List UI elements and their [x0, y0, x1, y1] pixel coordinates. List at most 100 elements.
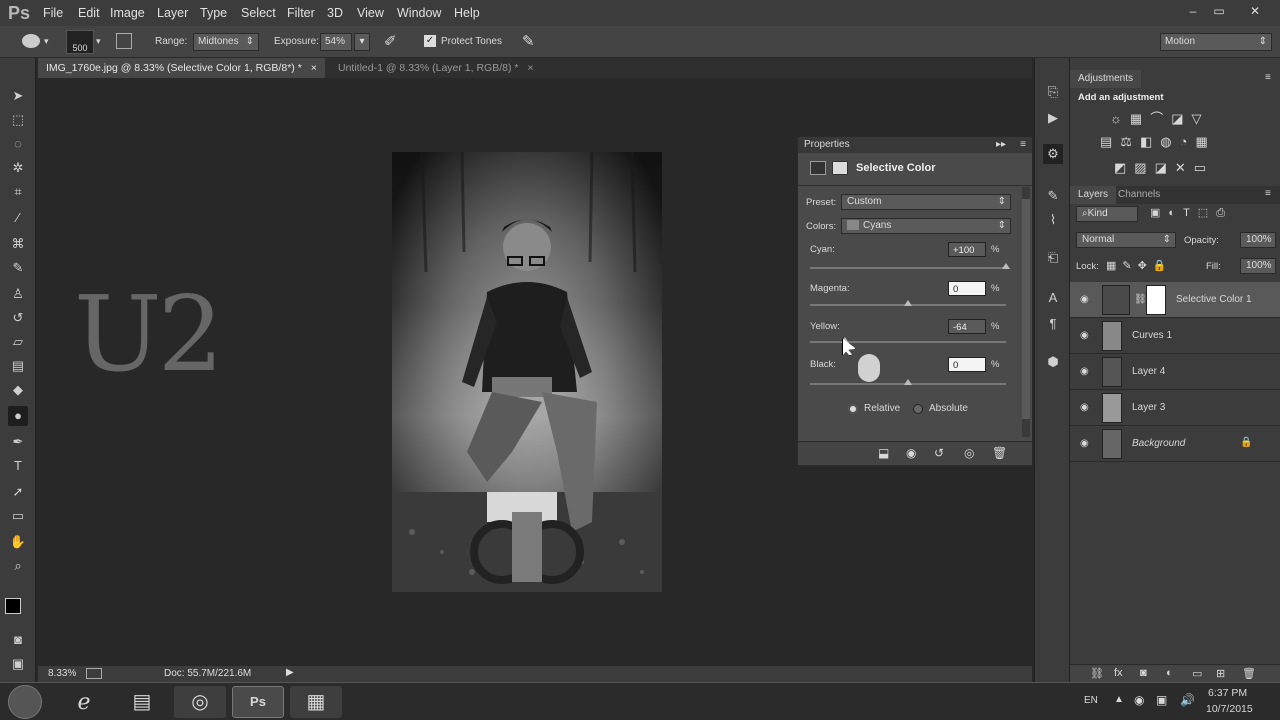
brush-settings-icon[interactable]: ⌇ — [1043, 210, 1063, 230]
pen-tool-icon[interactable]: ✒ — [8, 432, 28, 452]
history-brush-tool-icon[interactable]: ↺ — [8, 308, 28, 328]
cyan-slider-thumb[interactable] — [1002, 263, 1010, 269]
color-balance-icon[interactable]: ⚖ — [1120, 134, 1140, 149]
status-menu-arrow-icon[interactable]: ▶ — [286, 667, 294, 678]
brush-tool-icon[interactable]: ✎ — [8, 258, 28, 278]
menu-layer[interactable]: Layer — [157, 6, 188, 20]
new-layer-icon[interactable]: ⊞ — [1216, 667, 1225, 680]
clock-date[interactable]: 10/7/2015 — [1206, 703, 1253, 715]
document-image[interactable] — [392, 152, 662, 592]
cyan-input[interactable]: +100 — [948, 242, 986, 257]
paragraph-icon[interactable]: ¶ — [1043, 314, 1063, 334]
3d-icon[interactable]: ⬢ — [1043, 352, 1063, 372]
link-layers-icon[interactable]: ⛓ — [1090, 667, 1104, 680]
menu-window[interactable]: Window — [397, 6, 441, 20]
relative-radio[interactable] — [848, 404, 858, 414]
adjustments-tab[interactable]: Adjustments — [1070, 70, 1142, 88]
yellow-slider[interactable] — [810, 341, 1006, 343]
history-icon[interactable]: ⎘ — [1043, 82, 1063, 102]
photoshop-taskbar-icon[interactable]: Ps — [232, 686, 284, 718]
zoom-level[interactable]: 8.33% — [48, 668, 76, 679]
hand-tool-icon[interactable]: ✋ — [8, 532, 28, 552]
exposure-icon[interactable]: ◪ — [1171, 111, 1191, 126]
marquee-tool-icon[interactable]: ⬚ — [8, 110, 28, 130]
gradient-tool-icon[interactable]: ▤ — [8, 356, 28, 376]
clock-time[interactable]: 6:37 PM — [1208, 687, 1247, 699]
panel-menu-icon[interactable]: ≡ — [1265, 188, 1271, 199]
tool-preset-arrow-icon[interactable]: ▾ — [44, 36, 49, 47]
curves-icon[interactable]: ⌒ — [1150, 111, 1171, 126]
close-button[interactable]: ✕ — [1244, 3, 1266, 19]
panel-menu-icon[interactable]: ≡ — [1020, 137, 1026, 153]
crop-tool-icon[interactable]: ⌗ — [8, 182, 28, 202]
clone-stamp-tool-icon[interactable]: ♙ — [8, 284, 28, 304]
clone-source-icon[interactable]: ⎗ — [1043, 248, 1063, 268]
share-icon[interactable] — [86, 668, 102, 679]
layer-style-icon[interactable]: fx — [1114, 667, 1123, 679]
color-lookup-icon[interactable]: ▦ — [1195, 134, 1215, 149]
menu-help[interactable]: Help — [454, 6, 480, 20]
fill-input[interactable]: 100% — [1240, 258, 1276, 274]
brightness-icon[interactable]: ☼ — [1110, 111, 1130, 126]
new-group-icon[interactable]: ▭ — [1192, 667, 1202, 680]
menu-type[interactable]: Type — [200, 6, 227, 20]
hue-saturation-icon[interactable]: ▤ — [1100, 134, 1120, 149]
burn-tool-icon[interactable] — [22, 34, 40, 48]
protect-tones-checkbox[interactable]: ✓ — [424, 35, 436, 47]
levels-icon[interactable]: ▦ — [1130, 111, 1150, 126]
lock-transparent-icon[interactable]: ▦ — [1106, 260, 1122, 272]
posterize-icon[interactable]: ▨ — [1134, 160, 1154, 175]
burn-tool-icon[interactable]: ● — [8, 406, 28, 426]
layer-filter-kind[interactable]: ⌕Kind — [1076, 206, 1138, 222]
shape-tool-icon[interactable]: ▭ — [8, 506, 28, 526]
opacity-input[interactable]: 100% — [1240, 232, 1276, 248]
tray-app-icon[interactable]: ◉ — [1134, 693, 1144, 707]
menu-select[interactable]: Select — [241, 6, 276, 20]
channel-mixer-icon[interactable]: ◔ — [1180, 134, 1196, 149]
blur-tool-icon[interactable]: ◆ — [8, 380, 28, 400]
black-input[interactable]: 0 — [948, 357, 986, 372]
network-icon[interactable]: ▣ — [1156, 693, 1167, 707]
foreground-color-swatch[interactable] — [5, 598, 21, 614]
file-explorer-icon[interactable]: ▤ — [116, 686, 168, 718]
airbrush-icon[interactable]: ✐ — [384, 32, 397, 50]
menu-filter[interactable]: Filter — [287, 6, 315, 20]
media-player-icon[interactable]: ◎ — [174, 686, 226, 718]
menu-file[interactable]: File — [43, 6, 63, 20]
lock-position-icon[interactable]: ✥ — [1138, 260, 1153, 272]
start-button[interactable] — [8, 685, 42, 719]
visibility-eye-icon[interactable]: ◉ — [1080, 366, 1089, 377]
clip-to-layer-icon[interactable]: ⬓ — [878, 446, 889, 460]
internet-explorer-icon[interactable]: ℯ — [58, 686, 110, 718]
doc-tab-active[interactable]: IMG_1760e.jpg @ 8.33% (Selective Color 1… — [38, 58, 325, 78]
visibility-eye-icon[interactable]: ◉ — [1080, 294, 1089, 305]
type-filter-icon[interactable]: T — [1183, 207, 1198, 219]
properties-scrollbar[interactable] — [1022, 187, 1030, 437]
visibility-eye-icon[interactable]: ◉ — [1080, 330, 1089, 341]
panel-menu-icon[interactable]: ≡ — [1265, 72, 1271, 83]
screen-recorder-icon[interactable]: ▦ — [290, 686, 342, 718]
layer-row[interactable]: ◉ Layer 3 — [1070, 390, 1280, 426]
layer-row[interactable]: ◉ Background 🔒 — [1070, 426, 1280, 462]
adjustment-filter-icon[interactable]: ◐ — [1168, 207, 1183, 219]
path-selection-tool-icon[interactable]: ➚ — [8, 482, 28, 502]
layer-row[interactable]: ◉ Layer 4 — [1070, 354, 1280, 390]
menu-3d[interactable]: 3D — [327, 6, 343, 20]
properties-icon[interactable]: ⚙ — [1043, 144, 1063, 164]
brush-presets-icon[interactable]: ✎ — [1043, 186, 1063, 206]
preset-select[interactable]: Custom ⇕ — [841, 194, 1011, 210]
smart-object-filter-icon[interactable]: ⎙ — [1216, 207, 1233, 219]
scrollbar-thumb[interactable] — [1022, 199, 1030, 419]
screen-mode-icon[interactable]: ▣ — [8, 654, 28, 674]
threshold-icon[interactable]: ◪ — [1155, 160, 1175, 175]
absolute-radio[interactable] — [913, 404, 923, 414]
black-slider-thumb[interactable] — [904, 379, 912, 385]
character-icon[interactable]: A — [1043, 288, 1063, 308]
menu-view[interactable]: View — [357, 6, 384, 20]
brush-panel-icon[interactable] — [116, 33, 132, 49]
channels-tab[interactable]: Channels — [1110, 186, 1168, 204]
brush-size-picker[interactable]: 500 — [66, 30, 94, 54]
chain-link-icon[interactable]: ⛓ — [1134, 294, 1147, 305]
lock-all-icon[interactable]: 🔒 — [1153, 260, 1173, 272]
colors-select[interactable]: Cyans ⇕ — [841, 218, 1011, 234]
